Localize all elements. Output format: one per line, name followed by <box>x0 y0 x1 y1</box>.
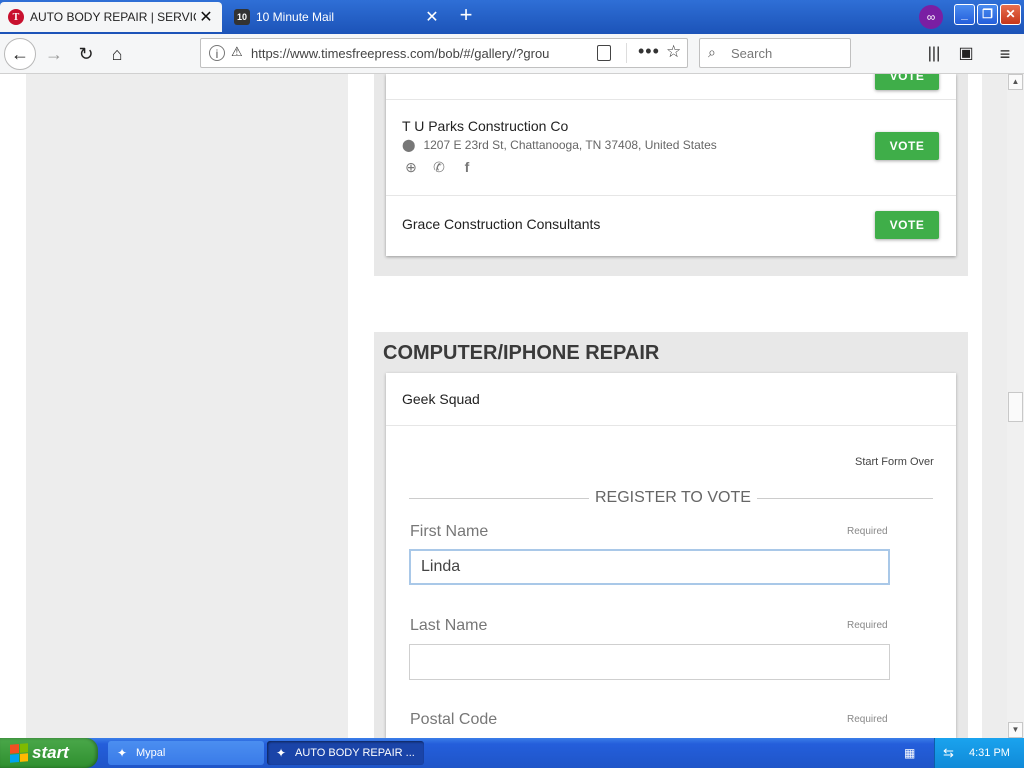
last-name-label: Last Name <box>410 617 488 634</box>
divider <box>626 43 627 63</box>
postal-code-label: Postal Code <box>410 711 498 728</box>
taskbar-item-label: AUTO BODY REPAIR ... <box>295 747 415 759</box>
windows-logo-icon <box>10 743 28 763</box>
business-name: T U Parks Construction Co <box>402 118 569 134</box>
vote-button[interactable]: VOTE <box>875 132 939 160</box>
private-browsing-mask-icon: ∞ <box>919 5 943 29</box>
business-list-card: VOTE T U Parks Construction Co ⬤ 1207 E … <box>386 74 956 256</box>
vote-button[interactable]: VOTE <box>875 211 939 239</box>
page-viewport: VOTE T U Parks Construction Co ⬤ 1207 E … <box>0 74 1007 738</box>
first-name-label: First Name <box>410 523 489 540</box>
10-minute-mail-favicon-icon: 10 <box>234 9 250 25</box>
taskbar-item-label: Mypal <box>136 747 166 759</box>
website-globe-icon[interactable]: ⊕ <box>402 158 420 176</box>
close-tab-icon[interactable]: ✕ <box>196 7 216 27</box>
required-indicator: Required <box>847 714 888 725</box>
mypal-app-icon: ✦ <box>275 746 287 760</box>
search-box[interactable]: ⌕ Search <box>699 38 851 68</box>
reload-icon[interactable]: ↻ <box>72 41 100 67</box>
taskbar-item-mypal[interactable]: ✦ Mypal <box>108 741 264 765</box>
scrollbar-thumb[interactable] <box>1008 392 1023 422</box>
required-indicator: Required <box>847 526 888 537</box>
business-name: Grace Construction Consultants <box>402 216 601 232</box>
back-arrow-icon[interactable]: ← <box>4 38 36 70</box>
new-tab-plus-icon[interactable]: + <box>454 4 478 28</box>
map-pin-icon: ⬤ <box>402 138 416 152</box>
facebook-icon[interactable]: f <box>458 158 476 176</box>
tab-title: 10 Minute Mail <box>256 10 335 24</box>
url-text[interactable]: https://www.timesfreepress.com/bob/#/gal… <box>251 46 563 61</box>
start-button[interactable]: start <box>0 738 98 768</box>
last-name-field[interactable] <box>409 644 890 680</box>
scroll-down-arrow-icon[interactable]: ▼ <box>1008 722 1023 738</box>
vertical-scrollbar[interactable]: ▲ ▼ <box>1007 74 1024 738</box>
business-address: ⬤ 1207 E 23rd St, Chattanooga, TN 37408,… <box>402 138 717 152</box>
required-indicator: Required <box>847 620 888 631</box>
bookmark-star-icon[interactable]: ☆ <box>666 42 681 62</box>
tab-10-minute-mail[interactable]: 10 10 Minute Mail ✕ <box>226 2 448 32</box>
window-close-button[interactable]: ✕ <box>1000 4 1021 25</box>
mypal-app-icon: ✦ <box>116 746 128 760</box>
clock: 4:31 PM <box>969 747 1010 759</box>
tab-auto-body-repair[interactable]: T AUTO BODY REPAIR | SERVICES ✕ <box>0 2 222 32</box>
window-minimize-button[interactable]: _ <box>954 4 975 25</box>
form-title: REGISTER TO VOTE <box>589 489 757 507</box>
insecure-lock-warning-icon[interactable]: ⚠ <box>231 44 243 60</box>
list-item: VOTE <box>386 74 956 100</box>
hamburger-menu-icon[interactable]: ≡ <box>992 41 1018 67</box>
site-info-icon[interactable]: i <box>209 45 225 61</box>
search-magnifier-icon: ⌕ <box>708 44 716 60</box>
business-header: Geek Squad <box>386 373 956 426</box>
left-sidebar-area <box>26 74 348 738</box>
taskbar-item-auto-body-repair[interactable]: ✦ AUTO BODY REPAIR ... <box>267 741 424 765</box>
page-actions-ellipsis-icon[interactable]: ••• <box>638 41 660 62</box>
timesfreepress-favicon-icon: T <box>8 9 24 25</box>
tab-title: AUTO BODY REPAIR | SERVICES <box>30 10 196 24</box>
window-restore-button[interactable]: ❐ <box>977 4 998 25</box>
start-label: start <box>32 743 69 762</box>
search-placeholder: Search <box>731 46 773 61</box>
first-name-field[interactable] <box>409 549 890 585</box>
close-tab-icon[interactable]: ✕ <box>422 7 442 27</box>
vote-button[interactable]: VOTE <box>875 74 939 90</box>
list-item: T U Parks Construction Co ⬤ 1207 E 23rd … <box>386 100 956 196</box>
list-item: Grace Construction Consultants VOTE <box>386 196 956 256</box>
network-icon[interactable]: ⇆ <box>943 745 954 761</box>
business-links: ⊕ ✆ f <box>402 158 486 176</box>
address-text: 1207 E 23rd St, Chattanooga, TN 37408, U… <box>423 138 717 152</box>
reader-view-icon[interactable] <box>597 45 611 61</box>
business-name: Geek Squad <box>402 391 480 407</box>
address-bar[interactable]: i ⚠ https://www.timesfreepress.com/bob/#… <box>200 38 688 68</box>
tab-strip: T AUTO BODY REPAIR | SERVICES ✕ 10 10 Mi… <box>0 0 1024 34</box>
right-margin-area <box>982 74 1007 738</box>
start-form-over-link[interactable]: Start Form Over <box>855 456 934 468</box>
phone-icon[interactable]: ✆ <box>430 158 448 176</box>
category-title: COMPUTER/IPHONE REPAIR <box>383 342 660 364</box>
navigation-toolbar: ← → ↻ ⌂ i ⚠ https://www.timesfreepress.c… <box>0 34 1024 74</box>
scroll-up-arrow-icon[interactable]: ▲ <box>1008 74 1023 90</box>
sidebar-toggle-icon[interactable]: ▣ <box>953 41 979 67</box>
keyboard-icon[interactable]: ▦ <box>904 746 915 760</box>
library-icon[interactable]: ||| <box>921 41 947 67</box>
forward-arrow-icon[interactable]: → <box>40 41 68 67</box>
windows-taskbar: start ✦ Mypal ✦ AUTO BODY REPAIR ... ▦ ⇆… <box>0 738 1024 768</box>
business-vote-card: Geek Squad Start Form Over REGISTER TO V… <box>386 373 956 738</box>
home-icon[interactable]: ⌂ <box>103 41 131 67</box>
system-tray: ⇆ 4:31 PM <box>934 738 1024 768</box>
